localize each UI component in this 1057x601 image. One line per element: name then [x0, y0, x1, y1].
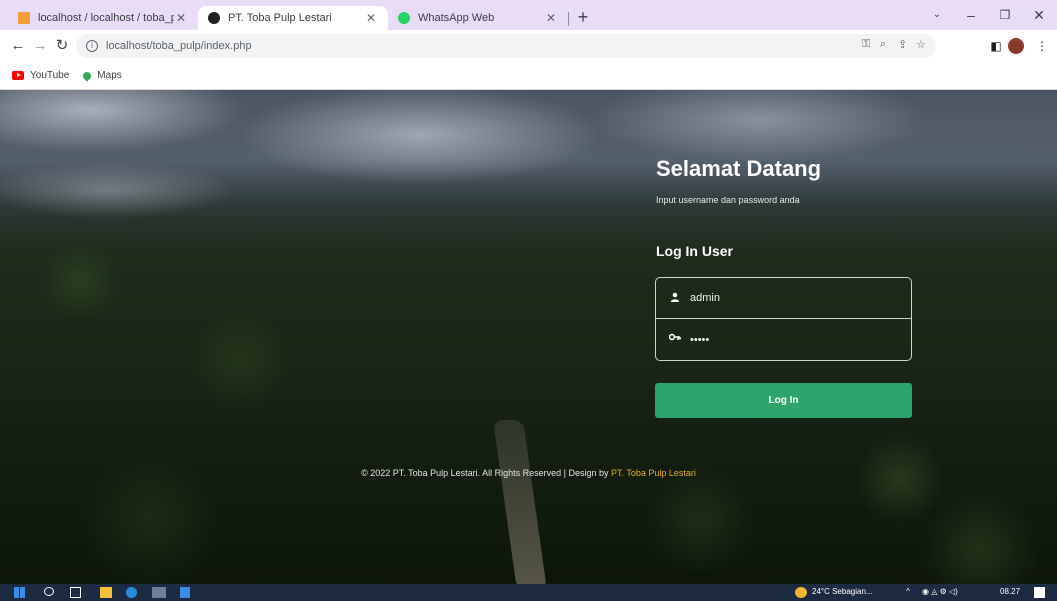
- tab-search-chevron-icon[interactable]: ⌄: [920, 4, 954, 26]
- bookmark-star-icon[interactable]: ☆: [916, 38, 926, 51]
- tab-toba-pulp[interactable]: PT. Toba Pulp Lestari ✕: [198, 6, 388, 30]
- footer-brand-link[interactable]: PT. Toba Pulp Lestari: [611, 468, 696, 478]
- password-input[interactable]: [690, 333, 890, 346]
- tab-title: WhatsApp Web: [418, 12, 495, 24]
- username-input[interactable]: [690, 292, 890, 304]
- weather-icon[interactable]: [795, 587, 807, 598]
- login-form-title: Log In User: [656, 243, 734, 259]
- user-icon: [668, 292, 682, 305]
- profile-avatar-icon[interactable]: [1008, 38, 1024, 54]
- username-field: [656, 278, 911, 319]
- menu-dots-icon[interactable]: ⋮: [1034, 38, 1050, 54]
- forward-button[interactable]: →: [30, 36, 50, 56]
- edge-icon[interactable]: [126, 587, 137, 598]
- youtube-icon: [12, 71, 24, 80]
- back-button[interactable]: ←: [8, 36, 28, 56]
- tab-close-icon[interactable]: ✕: [364, 11, 378, 25]
- site-info-icon[interactable]: i: [86, 40, 98, 52]
- task-view-icon[interactable]: [70, 587, 81, 598]
- maps-pin-icon: [81, 69, 93, 82]
- file-explorer-icon[interactable]: [100, 587, 112, 598]
- new-tab-button[interactable]: +: [572, 6, 594, 28]
- browser-toolbar: ← → ↻ i localhost/toba_pulp/index.php ⚿ …: [0, 30, 1057, 62]
- tab-title: PT. Toba Pulp Lestari: [228, 12, 332, 24]
- reload-button[interactable]: ↻: [52, 36, 72, 56]
- side-panel-icon[interactable]: ◧: [988, 38, 1004, 54]
- password-field: [656, 319, 911, 360]
- weather-text[interactable]: 24°C Sebagian...: [812, 587, 873, 596]
- browser-tab-strip: localhost / localhost / toba_pulp ✕ PT. …: [0, 0, 1057, 30]
- phpmyadmin-favicon-icon: [18, 12, 30, 24]
- tray-status-icons[interactable]: ◉ ◬ ⚙ ◁): [922, 587, 958, 596]
- key-icon: [668, 333, 682, 346]
- welcome-subheading: Input username dan password anda: [656, 195, 800, 205]
- search-icon[interactable]: [44, 587, 54, 596]
- whatsapp-favicon-icon: [398, 12, 410, 24]
- welcome-heading: Selamat Datang: [656, 156, 822, 181]
- tab-phpmyadmin[interactable]: localhost / localhost / toba_pulp ✕: [8, 6, 198, 30]
- bookmark-label: YouTube: [30, 70, 70, 81]
- bookmark-youtube[interactable]: YouTube: [12, 70, 69, 81]
- tab-separator: [568, 12, 569, 26]
- restore-button[interactable]: ❐: [988, 4, 1022, 26]
- chrome-icon[interactable]: [152, 587, 166, 598]
- clock-time[interactable]: 08.27: [1000, 587, 1020, 596]
- bookmarks-bar: YouTube Maps: [0, 62, 1057, 90]
- page-footer: © 2022 PT. Toba Pulp Lestari. All Rights…: [0, 468, 1057, 478]
- tab-close-icon[interactable]: ✕: [174, 11, 188, 25]
- tab-whatsapp[interactable]: WhatsApp Web ✕: [388, 6, 568, 30]
- close-window-button[interactable]: ✕: [1022, 4, 1056, 26]
- key-icon[interactable]: ⚿: [862, 38, 870, 51]
- address-url: localhost/toba_pulp/index.php: [106, 40, 252, 52]
- tab-title: localhost / localhost / toba_pulp: [38, 12, 174, 24]
- zoom-icon[interactable]: ⌕: [880, 38, 886, 51]
- minimize-button[interactable]: –: [954, 4, 988, 26]
- address-bar[interactable]: i localhost/toba_pulp/index.php: [76, 34, 936, 58]
- login-inputs-group: [655, 277, 912, 361]
- login-page: Selamat Datang Input username dan passwo…: [0, 90, 1057, 584]
- windows-taskbar: 24°C Sebagian... ^ ◉ ◬ ⚙ ◁) 08.27: [0, 584, 1057, 601]
- globe-favicon-icon: [208, 12, 220, 24]
- login-button[interactable]: Log In: [655, 383, 912, 418]
- share-icon[interactable]: ⇪: [898, 38, 907, 51]
- bookmark-label: Maps: [97, 70, 122, 81]
- app-icon[interactable]: [180, 587, 190, 598]
- forest-road-background: [493, 420, 547, 584]
- windows-start-icon[interactable]: [14, 587, 25, 598]
- bookmark-maps[interactable]: Maps: [81, 69, 122, 82]
- tab-close-icon[interactable]: ✕: [544, 11, 558, 25]
- notification-icon[interactable]: [1034, 587, 1045, 598]
- footer-copyright: © 2022 PT. Toba Pulp Lestari. All Rights…: [361, 468, 612, 478]
- tray-chevron-icon[interactable]: ^: [906, 587, 910, 596]
